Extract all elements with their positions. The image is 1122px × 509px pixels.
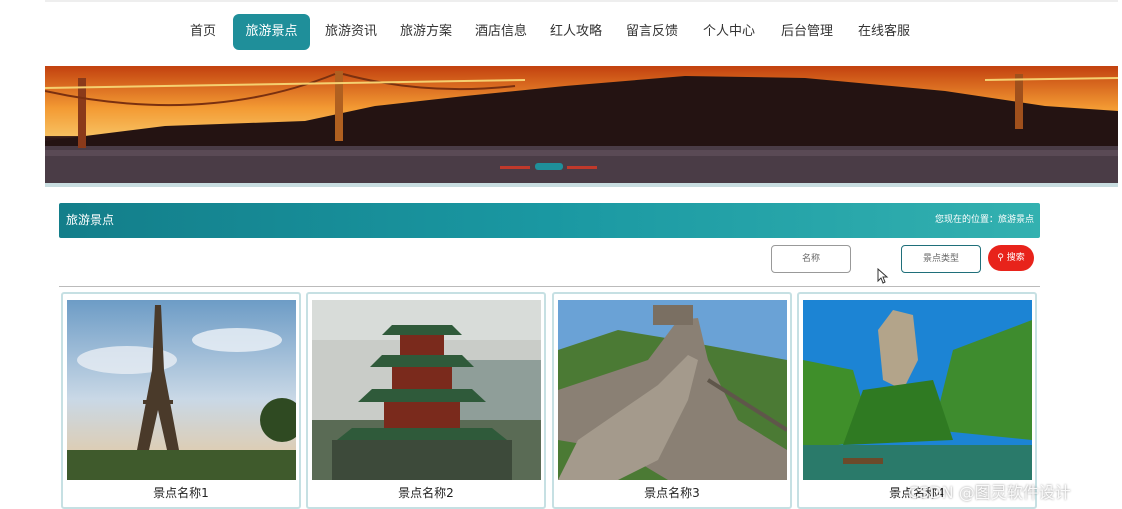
breadcrumb: 您现在的位置：旅游景点 xyxy=(934,215,1034,225)
type-input-placeholder: 景点类型 xyxy=(922,254,959,264)
search-button-label: 搜索 xyxy=(1006,253,1025,263)
attraction-name[interactable]: 景点名称2 xyxy=(308,484,544,501)
type-search-input[interactable]: 景点类型 xyxy=(901,245,981,273)
nav-item-guides[interactable]: 红人攻略 xyxy=(543,14,609,50)
carousel-dot-1[interactable] xyxy=(500,166,530,169)
nav-item-feedback[interactable]: 留言反馈 xyxy=(619,14,685,50)
attraction-card-1[interactable]: 景点名称1 xyxy=(61,292,301,509)
nav-item-profile[interactable]: 个人中心 xyxy=(696,14,762,50)
attraction-name[interactable]: 景点名称3 xyxy=(554,484,790,501)
nav-item-attractions[interactable]: 旅游景点 xyxy=(233,14,310,50)
nav-item-plans[interactable]: 旅游方案 xyxy=(393,14,459,50)
search-button[interactable]: ⚲ 搜索 xyxy=(988,245,1034,271)
search-icon: ⚲ xyxy=(997,253,1004,263)
pagoda-image[interactable] xyxy=(312,300,541,480)
nav-item-news[interactable]: 旅游资讯 xyxy=(318,14,384,50)
great-wall-image[interactable] xyxy=(558,300,787,480)
nav-item-hotels[interactable]: 酒店信息 xyxy=(468,14,534,50)
section-title: 旅游景点 xyxy=(66,213,115,227)
eiffel-tower-image[interactable] xyxy=(67,300,296,480)
nav-item-home[interactable]: 首页 xyxy=(179,14,227,50)
watermark: CSDN @图灵软件设计 xyxy=(908,483,1071,502)
carousel-dot-2[interactable] xyxy=(535,163,563,170)
search-divider xyxy=(59,286,1040,287)
top-nav: 首页 旅游景点 旅游资讯 旅游方案 酒店信息 红人攻略 留言反馈 个人中心 后台… xyxy=(45,0,1118,64)
hero-banner[interactable] xyxy=(45,66,1118,183)
nav-item-admin[interactable]: 后台管理 xyxy=(774,14,840,50)
attraction-card-4[interactable]: 景点名称4 xyxy=(797,292,1037,509)
mouse-cursor-icon xyxy=(877,268,889,284)
attraction-name[interactable]: 景点名称1 xyxy=(63,484,299,501)
attraction-card-2[interactable]: 景点名称2 xyxy=(306,292,546,509)
page: 首页 旅游景点 旅游资讯 旅游方案 酒店信息 红人攻略 留言反馈 个人中心 后台… xyxy=(0,0,1122,509)
mountain-river-image[interactable] xyxy=(803,300,1032,480)
carousel-dot-3[interactable] xyxy=(567,166,597,169)
nav-item-service[interactable]: 在线客服 xyxy=(851,14,917,50)
banner-divider xyxy=(45,183,1118,187)
name-input-placeholder: 名称 xyxy=(801,254,820,264)
section-header: 旅游景点 您现在的位置：旅游景点 xyxy=(59,203,1040,238)
attraction-card-3[interactable]: 景点名称3 xyxy=(552,292,792,509)
name-search-input[interactable]: 名称 xyxy=(771,245,851,273)
